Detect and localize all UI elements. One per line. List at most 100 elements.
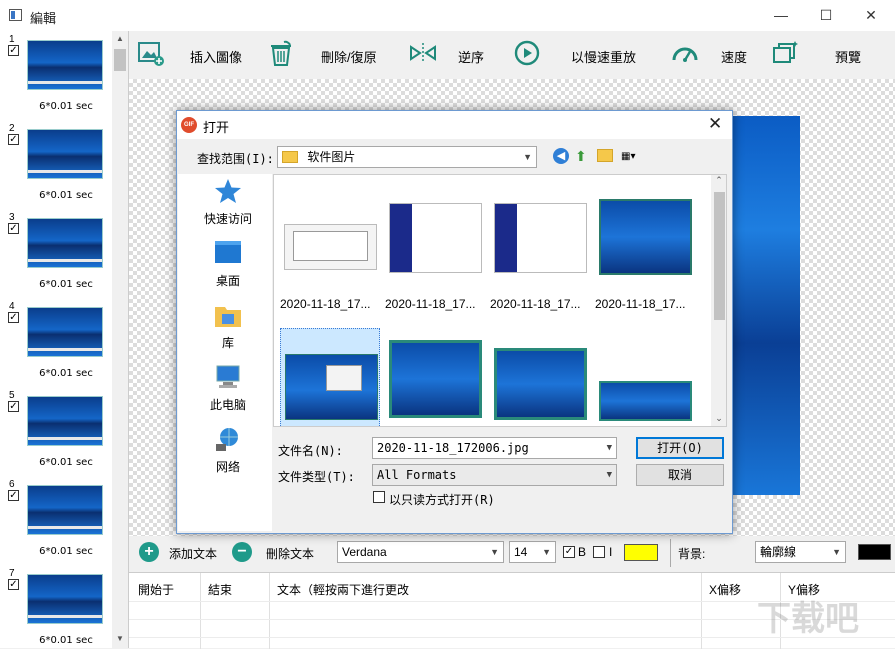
file-item[interactable]: 2020-11-18_17... [490, 191, 590, 311]
trash-icon [271, 40, 291, 66]
frame-item[interactable]: 6 ✓ 6*0.01 sec [0, 476, 112, 565]
readonly-checkbox[interactable] [373, 491, 385, 503]
frame-duration: 6*0.01 sec [39, 457, 93, 468]
scrollbar-thumb[interactable] [714, 192, 725, 320]
text-table[interactable]: 開始于 結束 文本（輕按兩下進行更改 X偏移 Y偏移 下载吧 [129, 572, 895, 649]
font-size-select[interactable]: 14 ▼ [509, 541, 556, 563]
bold-label: B [578, 545, 587, 559]
file-name: 2020-11-18_17... [595, 297, 686, 311]
chevron-down-icon: ▼ [542, 547, 551, 557]
frame-thumbnail [27, 307, 103, 357]
insert-image-button[interactable]: 插入圖像 [135, 31, 255, 79]
scrollbar-thumb[interactable] [114, 49, 126, 71]
file-name: 2020-11-18_17... [490, 297, 581, 311]
dialog-close-button[interactable]: ✕ [708, 114, 722, 134]
file-type-label: 文件类型(T): [278, 470, 355, 484]
frame-item[interactable]: 2 ✓ 6*0.01 sec [0, 120, 112, 209]
text-color-picker[interactable] [624, 544, 658, 561]
file-list-scrollbar[interactable]: ⌃ ⌄ [711, 175, 726, 426]
file-name-input[interactable]: 2020-11-18_172006.jpg ▼ [372, 437, 617, 459]
frame-checkbox[interactable]: ✓ [8, 579, 19, 590]
frame-number: 4 [9, 301, 15, 312]
frame-checkbox[interactable]: ✓ [8, 134, 19, 145]
slow-replay-button[interactable]: 以慢速重放 [511, 31, 641, 79]
bold-checkbox[interactable]: ✓ [563, 546, 575, 558]
file-type-select[interactable]: All Formats ▼ [372, 464, 617, 486]
place-this-pc[interactable]: 此电脑 [178, 360, 272, 420]
italic-label: I [609, 545, 613, 559]
file-item[interactable] [595, 328, 695, 426]
file-item[interactable]: 2020-11-18_17... [385, 191, 485, 311]
scroll-down-icon[interactable]: ▼ [112, 631, 128, 647]
file-thumbnail [284, 224, 377, 270]
file-name-label: 文件名(N): [278, 444, 343, 458]
file-name: 2020-11-18_17... [385, 297, 476, 311]
preview-button[interactable]: 預覽 [769, 31, 869, 79]
file-item[interactable]: 2020-11-18_17... [280, 191, 380, 311]
frame-item[interactable]: 1 ✓ 6*0.01 sec [0, 31, 112, 120]
place-quick-access[interactable]: 快速访问 [178, 174, 272, 234]
chevron-up-icon[interactable]: ⌃ [711, 175, 726, 189]
delete-text-icon[interactable]: − [232, 542, 252, 562]
frame-list-scrollbar[interactable]: ▲ ▼ [112, 31, 128, 648]
place-library[interactable]: 库 [178, 298, 272, 358]
add-text-button[interactable]: 添加文本 [169, 545, 217, 562]
frame-checkbox[interactable]: ✓ [8, 401, 19, 412]
editor-window: 編輯 — ☐ ✕ 1 ✓ 6*0.01 sec 2 ✓ 6*0.01 sec 3… [0, 0, 895, 649]
frame-checkbox[interactable]: ✓ [8, 490, 19, 501]
frame-item[interactable]: 3 ✓ 6*0.01 sec [0, 209, 112, 298]
frame-item[interactable]: 4 ✓ 6*0.01 sec [0, 298, 112, 387]
file-thumbnail [599, 199, 692, 275]
file-list[interactable]: 2020-11-18_17... 2020-11-18_17... 2020-1… [273, 174, 727, 427]
column-header-text[interactable]: 文本（輕按兩下進行更改 [277, 581, 409, 598]
column-header-start[interactable]: 開始于 [138, 581, 174, 598]
column-header-x-offset[interactable]: X偏移 [709, 581, 741, 598]
title-bar: 編輯 — ☐ ✕ [0, 0, 895, 31]
frame-thumbnail [27, 485, 103, 535]
file-thumbnail [599, 381, 692, 421]
minimize-button[interactable]: — [758, 0, 804, 31]
file-item-selected[interactable] [280, 328, 380, 426]
file-item[interactable]: 2020-11-18_17... [595, 191, 695, 311]
italic-checkbox[interactable] [593, 546, 605, 558]
chevron-down-icon[interactable]: ⌄ [711, 413, 726, 426]
desktop-icon [215, 241, 241, 263]
close-button[interactable]: ✕ [848, 0, 894, 31]
frame-item[interactable]: 7 ✓ 6*0.01 sec [0, 565, 112, 648]
file-item[interactable] [490, 328, 590, 426]
frame-item[interactable]: 5 ✓ 6*0.01 sec [0, 387, 112, 476]
frame-duration: 6*0.01 sec [39, 368, 93, 379]
speed-button[interactable]: 速度 [669, 31, 759, 79]
back-icon[interactable]: ◀ [553, 148, 569, 164]
new-folder-icon[interactable] [597, 149, 613, 162]
frame-duration: 6*0.01 sec [39, 635, 93, 646]
delete-text-button[interactable]: 刪除文本 [266, 545, 314, 562]
column-header-end[interactable]: 結束 [208, 581, 232, 598]
cancel-button[interactable]: 取消 [636, 464, 724, 486]
file-thumbnail [494, 203, 587, 273]
reverse-button[interactable]: 逆序 [407, 31, 507, 79]
file-item[interactable] [385, 328, 485, 426]
place-network[interactable]: 网络 [178, 422, 272, 482]
view-menu-icon[interactable]: ▦▾ [621, 149, 647, 164]
scroll-up-icon[interactable]: ▲ [112, 31, 128, 47]
font-select[interactable]: Verdana ▼ [337, 541, 504, 563]
frame-thumbnail [27, 396, 103, 446]
library-icon [215, 307, 241, 327]
delete-restore-label: 刪除/復原 [321, 50, 377, 65]
frame-checkbox[interactable]: ✓ [8, 223, 19, 234]
open-button[interactable]: 打开(O) [636, 437, 724, 459]
up-folder-icon[interactable]: ⬆ [575, 148, 591, 164]
place-label: 桌面 [215, 274, 240, 288]
place-desktop[interactable]: 桌面 [178, 236, 272, 296]
outline-color-picker[interactable] [858, 544, 891, 560]
delete-restore-button[interactable]: 刪除/復原 [265, 31, 385, 79]
background-select[interactable]: 輪廓線 ▼ [755, 541, 846, 563]
look-in-select[interactable]: 软件图片 ▼ [277, 146, 537, 168]
frame-thumbnail [27, 40, 103, 90]
gif-app-icon: GIF [181, 117, 197, 133]
frame-checkbox[interactable]: ✓ [8, 312, 19, 323]
add-text-icon[interactable]: + [139, 542, 159, 562]
frame-checkbox[interactable]: ✓ [8, 45, 19, 56]
maximize-button[interactable]: ☐ [803, 0, 849, 31]
